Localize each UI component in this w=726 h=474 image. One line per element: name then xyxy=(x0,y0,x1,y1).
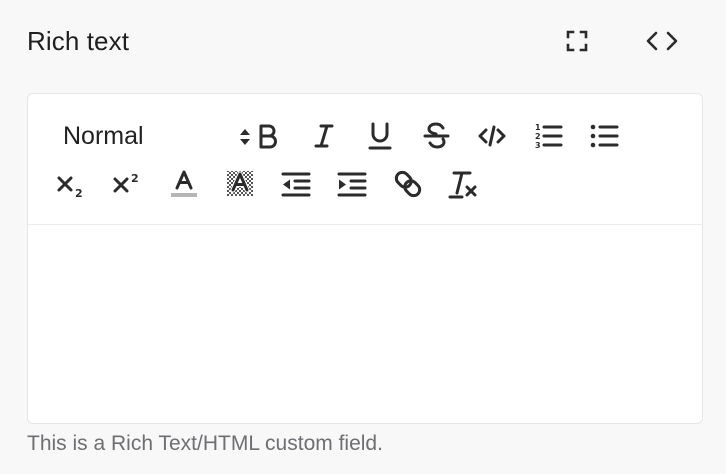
bold-icon xyxy=(259,124,277,149)
fullscreen-icon xyxy=(566,30,588,52)
bullet-list-icon xyxy=(590,124,619,148)
field-header: Rich text xyxy=(0,0,726,84)
svg-text:2: 2 xyxy=(131,172,139,185)
outdent-icon xyxy=(281,172,311,197)
link-icon xyxy=(394,170,422,198)
indent-button[interactable] xyxy=(334,166,370,202)
format-select-value: Normal xyxy=(63,122,144,150)
bullet-list-button[interactable] xyxy=(586,118,622,154)
svg-text:1: 1 xyxy=(535,123,541,132)
rich-text-editor: Normal 1 2 3 2 2 xyxy=(27,93,703,424)
background-color-button[interactable] xyxy=(222,166,258,202)
underline-button[interactable] xyxy=(362,118,398,154)
format-select[interactable]: Normal xyxy=(50,117,250,155)
subscript-button[interactable]: 2 xyxy=(54,166,90,202)
code-icon xyxy=(478,125,506,147)
bold-button[interactable] xyxy=(250,118,286,154)
ordered-list-icon: 1 2 3 xyxy=(535,123,563,150)
clear-format-icon xyxy=(448,171,477,199)
text-color-icon xyxy=(171,170,197,197)
italic-icon xyxy=(314,124,334,148)
code-brackets-icon xyxy=(646,31,678,51)
strikethrough-icon xyxy=(423,122,450,149)
svg-text:2: 2 xyxy=(535,132,541,141)
strikethrough-button[interactable] xyxy=(418,118,454,154)
link-button[interactable] xyxy=(390,166,426,202)
superscript-button[interactable]: 2 xyxy=(110,166,146,202)
field-help-text: This is a Rich Text/HTML custom field. xyxy=(27,432,383,455)
svg-text:3: 3 xyxy=(535,141,541,150)
field-title: Rich text xyxy=(27,26,130,56)
fullscreen-button[interactable] xyxy=(560,24,594,58)
view-source-button[interactable] xyxy=(645,24,679,58)
outdent-button[interactable] xyxy=(278,166,314,202)
editor-content-area[interactable] xyxy=(28,225,702,423)
code-button[interactable] xyxy=(474,118,510,154)
background-color-icon xyxy=(227,171,253,196)
superscript-icon: 2 xyxy=(113,172,139,193)
ordered-list-button[interactable]: 1 2 3 xyxy=(530,118,566,154)
svg-text:2: 2 xyxy=(75,187,83,198)
underline-icon xyxy=(368,122,392,150)
indent-icon xyxy=(337,172,367,197)
text-color-button[interactable] xyxy=(166,166,202,202)
editor-toolbar: Normal 1 2 3 2 2 xyxy=(28,94,702,225)
italic-button[interactable] xyxy=(306,118,342,154)
clear-format-button[interactable] xyxy=(446,166,482,202)
subscript-icon: 2 xyxy=(57,176,83,198)
